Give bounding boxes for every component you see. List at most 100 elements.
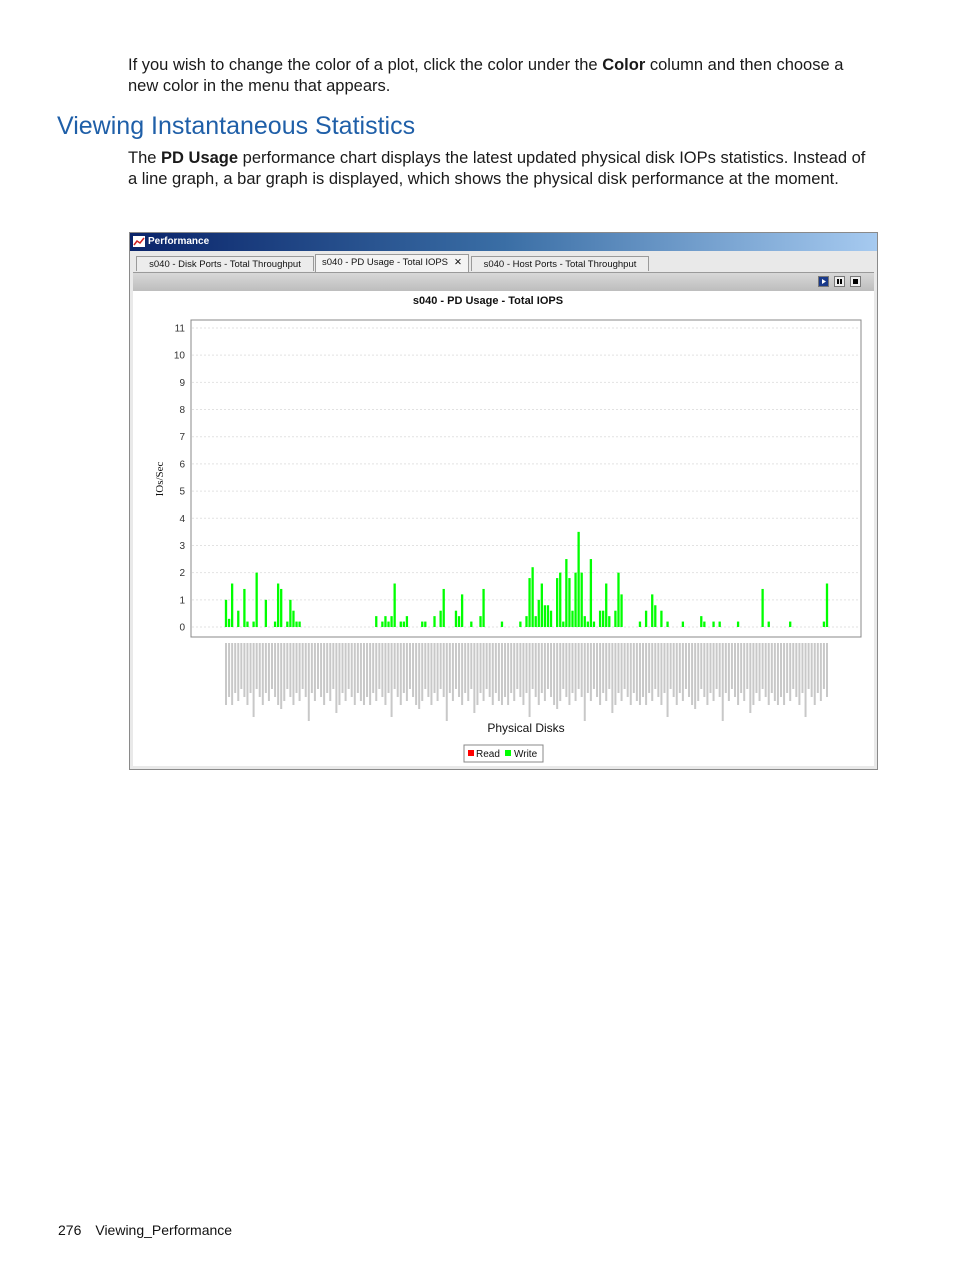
x-tick-label [519, 643, 522, 697]
x-tick-label [500, 643, 503, 705]
x-tick-label [485, 643, 488, 689]
x-tick-label [537, 643, 540, 705]
x-tick-label [614, 643, 617, 705]
chart-icon [133, 236, 145, 247]
x-tick-label [313, 643, 316, 701]
x-tick-label [237, 643, 240, 701]
section-heading: Viewing Instantaneous Statistics [57, 112, 416, 140]
x-tick-label [307, 643, 310, 721]
x-tick-label [393, 643, 396, 689]
x-tick-label [451, 643, 454, 701]
x-tick-label [310, 643, 313, 693]
bar-write [393, 583, 396, 627]
x-tick-label [550, 643, 553, 697]
color-term: Color [602, 56, 646, 74]
x-tick-label [292, 643, 295, 705]
bar-write [286, 621, 289, 627]
x-tick-label [816, 643, 819, 693]
pd-usage-term: PD Usage [161, 149, 239, 167]
x-tick-label [421, 643, 424, 701]
legend-label-read: Read [476, 749, 500, 760]
x-tick-label [592, 643, 595, 689]
x-tick-label [442, 643, 445, 697]
x-tick-label [617, 643, 620, 693]
tab-host-ports[interactable]: s040 - Host Ports - Total Throughput [471, 256, 649, 271]
x-tick-label [706, 643, 709, 705]
x-tick-label [752, 643, 755, 705]
bar-write [602, 610, 605, 627]
x-tick-label [789, 643, 792, 701]
play-icon[interactable] [818, 276, 829, 287]
bar-write [424, 621, 427, 627]
bar-write [528, 578, 531, 627]
x-tick-label [730, 643, 733, 689]
x-tick-label [350, 643, 353, 697]
y-tick-label: 0 [179, 623, 185, 634]
chart-title: s040 - PD Usage - Total IOPS [413, 295, 563, 307]
tab-pd-usage[interactable]: s040 - PD Usage - Total IOPS ✕ [315, 254, 469, 272]
x-tick-label [335, 643, 338, 713]
x-tick-label [743, 643, 746, 701]
x-tick-label [412, 643, 415, 697]
x-tick-label [258, 643, 261, 697]
bar-write [227, 618, 231, 627]
footer-section: Viewing_Performance [95, 1222, 233, 1238]
x-tick-label [323, 643, 326, 705]
x-tick-label [770, 643, 773, 693]
x-tick-label [642, 643, 645, 697]
pause-icon[interactable] [834, 276, 845, 287]
performance-window-screenshot: Performance s040 - Disk Ports - Total Th… [129, 232, 878, 770]
x-tick-label [761, 643, 764, 689]
x-tick-label [810, 643, 813, 697]
bar-write [433, 616, 436, 627]
x-tick-label [559, 643, 562, 701]
x-tick-label [289, 643, 292, 697]
bar-write [577, 531, 580, 627]
bar-write [540, 583, 543, 627]
bar-write [761, 588, 764, 627]
x-tick-label [822, 643, 825, 689]
bar-write [252, 621, 255, 627]
legend-label-write: Write [514, 749, 538, 760]
x-tick-label [283, 643, 286, 701]
x-tick-label [231, 643, 234, 705]
y-tick-label: 7 [179, 432, 185, 443]
bar-write [638, 621, 642, 627]
stop-icon[interactable] [850, 276, 861, 287]
x-tick-label [516, 643, 519, 689]
x-tick-label [654, 643, 657, 689]
x-tick-label [574, 643, 577, 701]
x-tick-label [479, 643, 482, 693]
x-tick-label [657, 643, 660, 697]
bar-write [644, 610, 648, 627]
close-icon[interactable]: ✕ [454, 257, 462, 268]
x-tick-label [320, 643, 323, 697]
x-tick-label [264, 643, 267, 693]
x-tick-label [228, 643, 231, 697]
bar-write [500, 621, 504, 627]
bar-write [703, 621, 706, 627]
x-tick-label [709, 643, 712, 693]
bar-write [681, 621, 685, 627]
tab-disk-ports[interactable]: s040 - Disk Ports - Total Throughput [136, 256, 314, 271]
window-title: Performance [148, 236, 210, 247]
x-tick-label [571, 643, 574, 693]
x-tick-label [620, 643, 623, 701]
y-tick-label: 2 [179, 568, 185, 579]
x-tick-label [556, 643, 559, 709]
x-tick-label [356, 643, 359, 693]
bar-write [598, 610, 602, 627]
intro-paragraph: If you wish to change the color of a plo… [128, 56, 844, 95]
x-tick-label [249, 643, 252, 693]
x-tick-label [629, 643, 632, 705]
bar-write [571, 610, 574, 627]
bar-write [280, 588, 283, 627]
x-tick-label [813, 643, 816, 705]
x-tick-label [724, 643, 727, 693]
bar-write [700, 616, 703, 627]
x-tick-label [504, 643, 507, 697]
bar-write [608, 616, 611, 627]
bar-write [546, 605, 550, 627]
y-tick-label: 5 [179, 487, 185, 498]
x-tick-label [703, 643, 706, 697]
